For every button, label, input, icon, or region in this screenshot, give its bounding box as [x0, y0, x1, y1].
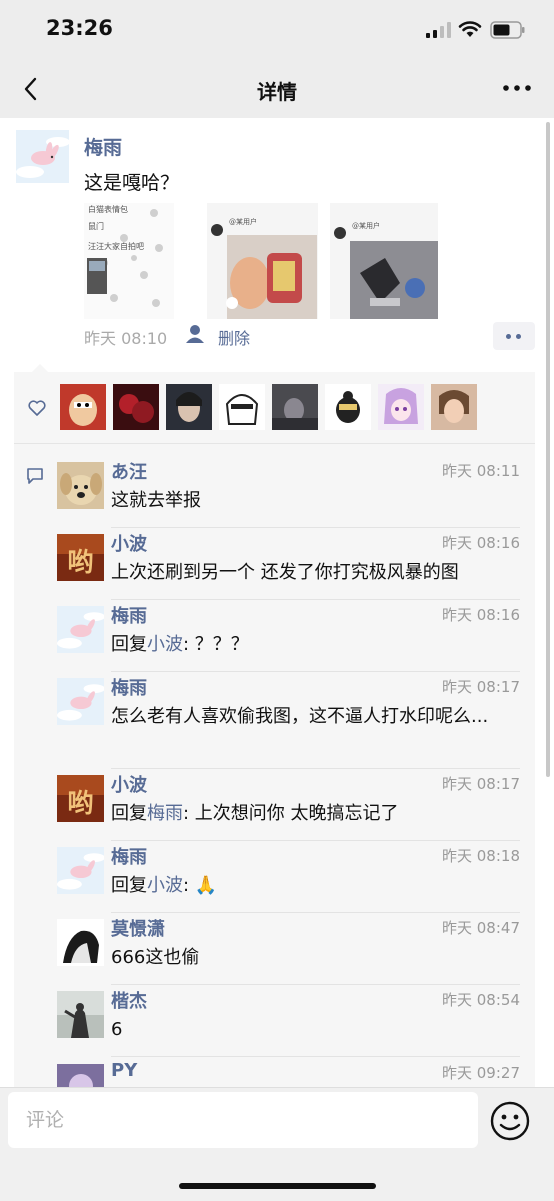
comment-divider: [111, 984, 520, 985]
comment-divider: [111, 599, 520, 600]
comment-time: 昨天 09:27: [442, 1064, 520, 1082]
post-action-dot-1: [506, 334, 511, 339]
reply-target[interactable]: 梅雨: [147, 803, 183, 824]
comment-divider: [111, 527, 520, 528]
post-action-button[interactable]: [493, 322, 535, 350]
panel-pointer: [32, 364, 48, 372]
reply-prefix: 回复: [111, 875, 147, 896]
commenter-avatar[interactable]: 哟: [57, 775, 104, 822]
post-image-1-caption-2: 鼠门: [88, 222, 104, 231]
commenter-avatar[interactable]: [57, 462, 104, 509]
like-avatar-7[interactable]: [378, 384, 424, 430]
post-image-3-art: [330, 203, 438, 319]
likes-comments-panel: あ汪 昨天 08:11 这就去举报 哟 小波 昨天 08:16 上次还刷到另一个…: [14, 364, 535, 1111]
comment-divider: [111, 840, 520, 841]
comment-divider: [111, 768, 520, 769]
reply-prefix: 回复: [111, 634, 147, 655]
comment-divider: [111, 912, 520, 913]
reply-body: : 🙏: [183, 875, 218, 896]
author-name[interactable]: 梅雨: [84, 133, 122, 160]
home-indicator[interactable]: [179, 1183, 376, 1189]
svg-text:哟: 哟: [67, 789, 93, 819]
post-image-1-caption-3: 汪汪大家自拍吧: [88, 242, 144, 251]
comment-text: 666这也偷: [111, 947, 200, 968]
reply-prefix: 回复: [111, 803, 147, 824]
commenter-name[interactable]: あ汪: [111, 458, 147, 484]
comment-input-bar: [0, 1087, 554, 1201]
nav-bar: 详情: [0, 60, 554, 118]
post-image-2[interactable]: @某用户: [207, 203, 318, 319]
smiley-icon[interactable]: [489, 1100, 531, 1142]
comment-time: 昨天 08:16: [442, 606, 520, 624]
like-avatar-6[interactable]: [325, 384, 371, 430]
likes-divider: [14, 443, 535, 444]
friends-visibility-icon[interactable]: [186, 324, 208, 344]
commenter-name[interactable]: 梅雨: [111, 843, 147, 869]
comment-time: 昨天 08:17: [442, 775, 520, 793]
reply-body: : 上次想问你 太晚搞忘记了: [183, 803, 399, 824]
reply-target[interactable]: 小波: [147, 634, 183, 655]
post-image-1[interactable]: 白猫表情包 鼠门 汪汪大家自拍吧: [84, 203, 174, 319]
battery-icon: [490, 21, 525, 39]
commenter-name[interactable]: 莫憬潇: [111, 915, 165, 941]
commenter-avatar[interactable]: [57, 919, 104, 966]
comment-time: 昨天 08:18: [442, 847, 520, 865]
commenter-avatar[interactable]: 哟: [57, 534, 104, 581]
comment-text: 6: [111, 1019, 123, 1040]
reply-target[interactable]: 小波: [147, 875, 183, 896]
svg-text:哟: 哟: [67, 548, 93, 578]
ellipsis-icon[interactable]: [500, 76, 534, 100]
wifi-icon: [458, 21, 482, 37]
comment-divider: [111, 671, 520, 672]
post-image-3[interactable]: @某用户: [330, 203, 438, 319]
comment-divider: [111, 1056, 520, 1057]
commenter-name[interactable]: 梅雨: [111, 674, 147, 700]
like-avatar-3[interactable]: [166, 384, 212, 430]
scrollbar[interactable]: [546, 122, 550, 777]
comment-text: 上次还刷到另一个 还发了你打究极风暴的图: [111, 562, 459, 583]
page-title: 详情: [257, 80, 297, 104]
post-image-1-caption-1: 白猫表情包: [88, 205, 128, 214]
post-time: 昨天 08:10: [84, 329, 168, 348]
comment-time: 昨天 08:11: [442, 462, 520, 480]
author-avatar[interactable]: [16, 130, 69, 183]
like-avatar-2[interactable]: [113, 384, 159, 430]
like-avatar-1[interactable]: [60, 384, 106, 430]
comment-text: 这就去举报: [111, 490, 201, 511]
like-avatar-5[interactable]: [272, 384, 318, 430]
reply-body: : ？？？: [183, 634, 249, 655]
comment-text: 回复小波: 🙏: [111, 873, 521, 899]
commenter-name[interactable]: 楷杰: [111, 987, 147, 1013]
like-avatar-8[interactable]: [431, 384, 477, 430]
status-time: 23:26: [46, 16, 113, 40]
comment-time: 昨天 08:16: [442, 534, 520, 552]
heart-icon: [28, 400, 46, 416]
commenter-name[interactable]: PY: [111, 1060, 137, 1081]
like-avatar-4[interactable]: [219, 384, 265, 430]
comment-time: 昨天 08:54: [442, 991, 520, 1009]
comment-time: 昨天 08:47: [442, 919, 520, 937]
comment-text: 回复小波: ？？？: [111, 632, 521, 658]
post-image-2-art: [207, 203, 318, 319]
post-action-dot-2: [516, 334, 521, 339]
commenter-avatar[interactable]: [57, 606, 104, 653]
comment-text: 回复梅雨: 上次想问你 太晚搞忘记了: [111, 801, 521, 827]
comment-icon: [27, 468, 43, 484]
commenter-avatar[interactable]: [57, 847, 104, 894]
delete-button[interactable]: 删除: [218, 325, 250, 349]
post-image-2-caption: @某用户: [229, 218, 257, 226]
cellular-signal-icon: [426, 22, 451, 38]
commenter-name[interactable]: 梅雨: [111, 602, 147, 628]
commenter-avatar[interactable]: [57, 991, 104, 1038]
commenter-avatar[interactable]: [57, 678, 104, 725]
comment-text: 怎么老有人喜欢偷我图，这不逼人打水印呢么...: [111, 706, 489, 727]
post-image-3-caption: @某用户: [352, 222, 380, 230]
commenter-name[interactable]: 小波: [111, 771, 147, 797]
comment-time: 昨天 08:17: [442, 678, 520, 696]
comment-input[interactable]: [8, 1092, 478, 1148]
post-text: 这是嘎哈？: [84, 172, 180, 194]
commenter-name[interactable]: 小波: [111, 530, 147, 556]
status-bar: 23:26: [0, 0, 554, 60]
